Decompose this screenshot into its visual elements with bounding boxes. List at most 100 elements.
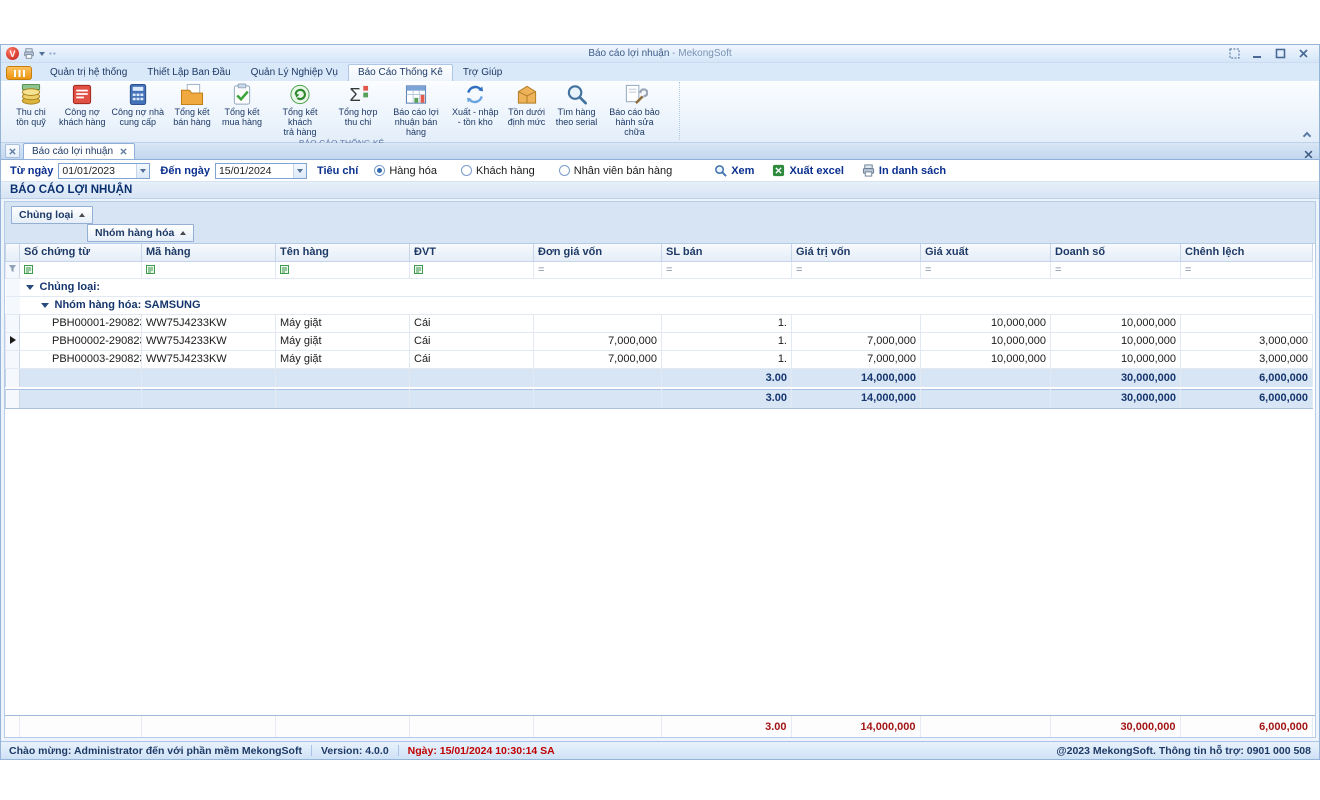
ribbon-item-bao-cao-bao-hanh-sua-chua[interactable]: Báo cáo bảo hành sửa chữa	[602, 83, 668, 137]
status-separator	[398, 745, 399, 756]
from-date-input[interactable]: 01/01/2023	[58, 163, 150, 179]
quick-access-toolbar: V ▪▪	[1, 47, 57, 60]
filter-cell-ma-hang[interactable]	[142, 261, 276, 278]
col-header-doanh-so[interactable]: Doanh số	[1051, 244, 1181, 261]
view-button[interactable]: Xem	[714, 164, 754, 177]
ribbon-group-bao-cao-thong-ke: Thu chi tồn quỹ Công nợ khách hàng Công …	[4, 82, 680, 140]
ribbon-item-bao-cao-loi-nhuan-ban-hang[interactable]: Báo cáo lợi nhuận bán hàng	[383, 83, 449, 137]
table-row[interactable]: PBH00001-290823 WW75J4233KW Máy giặt Cái…	[6, 314, 1313, 332]
group-by-panel[interactable]: Chủng loại Nhóm hàng hóa	[5, 202, 1315, 244]
app-logo-icon[interactable]: V	[6, 47, 19, 60]
app-menu-icon	[14, 70, 25, 77]
close-document-icon[interactable]	[1304, 146, 1313, 164]
table-row[interactable]: PBH00003-290823 WW75J4233KW Máy giặt Cái…	[6, 350, 1313, 368]
col-header-dvt[interactable]: ĐVT	[410, 244, 534, 261]
qat-dropdown-icon[interactable]	[39, 52, 45, 56]
print-list-button[interactable]: In danh sách	[862, 164, 946, 177]
filter-cell-so-chung-tu[interactable]	[20, 261, 142, 278]
returns-summary-icon	[287, 83, 313, 106]
tab-quan-tri-he-thong[interactable]: Quản trị hệ thống	[40, 64, 137, 81]
tab-bao-cao-thong-ke[interactable]: Báo Cáo Thống Kê	[348, 64, 453, 81]
tab-close-icon[interactable]	[120, 148, 127, 155]
ribbon-item-tong-ket-ban-hang[interactable]: Tổng kết bán hàng	[167, 83, 217, 127]
group-chip-chung-loai[interactable]: Chủng loại	[11, 206, 93, 224]
tab-tro-giup[interactable]: Trợ Giúp	[453, 64, 513, 81]
filter-cell-gia-xuat[interactable]: =	[921, 261, 1051, 278]
minimize-icon[interactable]	[1252, 48, 1263, 59]
window-title: Báo cáo lợi nhuận - MekongSoft	[1, 48, 1319, 59]
customer-debt-icon	[69, 83, 95, 106]
criteria-label: Tiêu chí	[317, 165, 358, 177]
ribbon-item-thu-chi-ton-quy[interactable]: Thu chi tồn quỹ	[6, 83, 56, 127]
sort-asc-icon	[79, 213, 85, 217]
col-header-chenh-lech[interactable]: Chênh lệch	[1181, 244, 1313, 261]
ribbon-item-cong-no-nha-cung-cap[interactable]: Công nợ nhà cung cấp	[109, 83, 167, 127]
grand-summary-row: 3.00 14,000,000 30,000,000 6,000,000	[6, 388, 1313, 408]
col-header-ten-hang[interactable]: Tên hàng	[276, 244, 410, 261]
col-header-sl-ban[interactable]: SL bán	[662, 244, 792, 261]
collapse-icon[interactable]	[41, 303, 49, 308]
filter-cell-doanh-so[interactable]: =	[1051, 261, 1181, 278]
svg-text:Σ: Σ	[350, 85, 361, 105]
collapse-icon[interactable]	[26, 285, 34, 290]
filter-cell-sl-ban[interactable]: =	[662, 261, 792, 278]
title-bar: V ▪▪ Báo cáo lợi nhuận - MekongSoft	[1, 45, 1319, 63]
col-header-don-gia-von[interactable]: Đơn giá vốn	[534, 244, 662, 261]
radio-dot-icon	[374, 165, 385, 176]
group-row-nhom-hang-hoa[interactable]: Nhóm hàng hóa: SAMSUNG	[6, 296, 1313, 314]
group-row-chung-loai[interactable]: Chủng loại:	[6, 278, 1313, 296]
ribbon-item-tim-hang-theo-serial[interactable]: Tìm hàng theo serial	[552, 83, 602, 127]
ribbon-item-ton-duoi-dinh-muc[interactable]: Tồn dưới định mức	[502, 83, 552, 127]
ribbon-item-tong-hop-thu-chi[interactable]: Σ Tổng hợp thu chi	[333, 83, 383, 127]
radio-khach-hang[interactable]: Khách hàng	[461, 165, 535, 177]
ribbon-item-tong-ket-khach-tra-hang[interactable]: Tổng kết khách trả hàng	[267, 83, 333, 137]
app-menu-button[interactable]	[6, 66, 32, 80]
filter-cell-gia-tri-von[interactable]: =	[792, 261, 921, 278]
close-tab-button-left[interactable]	[5, 144, 20, 158]
to-date-input[interactable]: 15/01/2024	[215, 163, 307, 179]
radio-hang-hoa[interactable]: Hàng hóa	[374, 165, 437, 177]
profit-report-icon	[403, 83, 429, 106]
filter-cell-dvt[interactable]	[410, 261, 534, 278]
current-row-icon	[10, 336, 16, 344]
ribbon-collapse-icon[interactable]	[1301, 129, 1313, 139]
filter-cell-don-gia-von[interactable]: =	[534, 261, 662, 278]
serial-search-icon	[564, 83, 590, 106]
radio-nhan-vien-ban-hang[interactable]: Nhân viên bán hàng	[559, 165, 672, 177]
document-tab-strip: Báo cáo lợi nhuận	[1, 143, 1319, 160]
fullscreen-icon[interactable]	[1229, 48, 1240, 59]
status-welcome: Chào mừng: Administrator đến với phần mề…	[9, 745, 302, 757]
col-header-so-chung-tu[interactable]: Số chứng từ	[20, 244, 142, 261]
ribbon-item-xuat-nhap-ton-kho[interactable]: Xuất - nhập - tồn kho	[449, 83, 502, 127]
export-excel-button[interactable]: Xuất excel	[772, 164, 843, 177]
status-date: Ngày: 15/01/2024 10:30:14 SA	[408, 745, 555, 757]
to-date-dropdown-icon[interactable]	[293, 164, 306, 178]
sigma-icon: Σ	[345, 83, 371, 106]
from-date-dropdown-icon[interactable]	[136, 164, 149, 178]
app-window: V ▪▪ Báo cáo lợi nhuận - MekongSoft Quản…	[0, 44, 1320, 760]
col-header-ma-hang[interactable]: Mã hàng	[142, 244, 276, 261]
maximize-icon[interactable]	[1275, 48, 1286, 59]
filter-cell-chenh-lech[interactable]: =	[1181, 261, 1313, 278]
tab-quan-ly-nghiep-vu[interactable]: Quản Lý Nghiệp Vụ	[241, 64, 348, 81]
footer-total-revenue: 30,000,000	[1050, 716, 1180, 737]
group-chip-nhom-hang-hoa[interactable]: Nhóm hàng hóa	[87, 224, 194, 242]
auto-filter-row: = = = = = =	[6, 261, 1313, 278]
to-date-label: Đến ngày	[160, 165, 210, 177]
report-title: BÁO CÁO LỢI NHUẬN	[1, 182, 1319, 199]
inventory-icon	[462, 83, 488, 106]
filter-cell-ten-hang[interactable]	[276, 261, 410, 278]
col-header-gia-tri-von[interactable]: Giá trị vốn	[792, 244, 921, 261]
ribbon-item-tong-ket-mua-hang[interactable]: Tổng kết mua hàng	[217, 83, 267, 127]
status-separator	[311, 745, 312, 756]
quick-print-icon[interactable]	[23, 48, 35, 59]
header-row: Số chứng từ Mã hàng Tên hàng ĐVT Đơn giá…	[6, 244, 1313, 261]
tab-bao-cao-loi-nhuan-document[interactable]: Báo cáo lợi nhuận	[23, 143, 135, 159]
filter-bar: Từ ngày 01/01/2023 Đến ngày 15/01/2024 T…	[1, 160, 1319, 182]
table-row[interactable]: PBH00002-290823 WW75J4233KW Máy giặt Cái…	[6, 332, 1313, 350]
col-header-gia-xuat[interactable]: Giá xuất	[921, 244, 1051, 261]
tab-thiet-lap-ban-dau[interactable]: Thiết Lập Ban Đầu	[137, 64, 240, 81]
ribbon-item-cong-no-khach-hang[interactable]: Công nợ khách hàng	[56, 83, 109, 127]
close-icon[interactable]	[1298, 48, 1309, 59]
qat-separator: ▪▪	[49, 49, 57, 58]
